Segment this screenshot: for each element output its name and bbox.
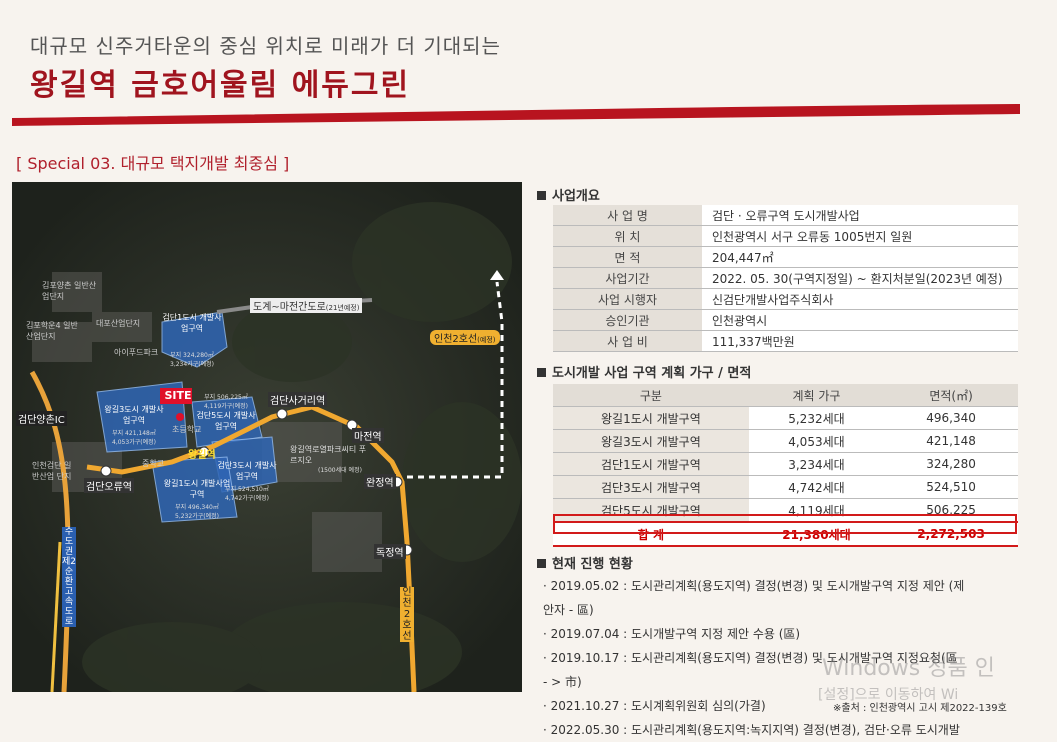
table-cell: 3,234세대 xyxy=(748,452,885,476)
overview-row: 사 업 비 111,337백만원 xyxy=(553,330,1018,352)
zone-label-geomdan1: 검단1도시 개발사업구역 부지 324,280㎡ 3,234가구(예정) xyxy=(162,313,222,368)
station-label-geomdan-sageori: 검단사거리역 xyxy=(268,392,328,407)
special-heading: [ Special 03. 대규모 택지개발 최중심 ] xyxy=(16,154,290,173)
column-header: 면적(㎡) xyxy=(884,384,1018,407)
table-cell: 324,280 xyxy=(884,452,1018,476)
column-header: 계획 가구 xyxy=(748,384,885,407)
overview-value: 인천광역시 xyxy=(701,309,1018,331)
line2-label: 인천2호선(예정) xyxy=(430,330,500,345)
overview-row: 사업기간 2022. 05. 30(구역지정일) ~ 환지처분일(2023년 예정… xyxy=(553,267,1018,289)
source-note: ※출처 : 인천광역시 고시 제2022-139호 xyxy=(833,703,1007,714)
place-label: 대포산업단지 xyxy=(96,319,141,328)
total-highlight-box xyxy=(553,514,1017,534)
place-label: 김포양촌 일반산업단지 xyxy=(42,281,97,301)
place-label: (1500세대 예정) xyxy=(318,467,362,474)
header-subtitle: 대규모 신주거타운의 중심 위치로 미래가 더 기대되는 xyxy=(30,34,501,58)
station-label-wanggil: 왕길역 xyxy=(188,450,216,461)
place-label: 왕길역로열파크씨티 푸르지오 xyxy=(290,445,367,465)
table-cell: 524,510 xyxy=(884,475,1018,499)
page-title: 왕길역 금호어울림 에듀그린 xyxy=(30,68,411,103)
place-label: 인천검단 일반산업 단지 xyxy=(32,461,72,481)
overview-row: 위 치 인천광역시 서구 오류동 1005번지 일원 xyxy=(553,225,1018,247)
overview-value: 204,447㎡ xyxy=(701,246,1018,268)
table-cell: 496,340 xyxy=(884,406,1018,430)
overview-row: 사 업 명 검단 · 오류구역 도시개발사업 xyxy=(553,205,1018,226)
highway-label: 수도권제2순환고속도로 xyxy=(62,527,77,627)
place-label: 중학교 xyxy=(142,459,165,468)
overview-row: 면 적 204,447㎡ xyxy=(553,246,1018,268)
overview-key: 사업 시행자 xyxy=(553,288,702,310)
table-row: 왕길1도시 개발구역 5,232세대 496,340 xyxy=(553,406,1018,430)
activation-watermark-line1: Windows 정품 인 xyxy=(822,656,995,681)
place-label: 아이푸드파크 xyxy=(114,348,159,357)
overview-key: 승인기관 xyxy=(553,309,702,331)
overview-value: 2022. 05. 30(구역지정일) ~ 환지처분일(2023년 예정) xyxy=(701,267,1018,289)
overview-value: 검단 · 오류구역 도시개발사업 xyxy=(701,205,1018,226)
overview-key: 사 업 명 xyxy=(553,205,702,226)
station-label-wanjeong: 완정역 xyxy=(364,474,396,489)
site-map: SITE 검단양촌IC 검단오류역 왕길역 검단사거리역 마전역 완정역 독정역… xyxy=(12,182,522,692)
header-swoosh xyxy=(12,104,1020,126)
road-label: 도계~마전간도로(21년예정) xyxy=(250,298,363,313)
table-cell: 검단3도시 개발구역 xyxy=(553,475,749,499)
table-cell: 검단1도시 개발구역 xyxy=(553,452,749,476)
progress-item: · 2019.05.02 : 도시관리계획(용도지역) 결정(변경) 및 도시개… xyxy=(543,579,965,593)
table-row: 왕길3도시 개발구역 4,053세대 421,148 xyxy=(553,429,1018,453)
plan-heading: 도시개발 사업 구역 계획 가구 / 면적 xyxy=(537,362,751,381)
column-header: 구분 xyxy=(553,384,749,407)
line2-vertical-label: 인천2호선 xyxy=(400,587,414,642)
overview-key: 사 업 비 xyxy=(553,330,702,352)
table-cell: 왕길1도시 개발구역 xyxy=(553,406,749,430)
table-cell: 왕길3도시 개발구역 xyxy=(553,429,749,453)
table-cell: 4,742세대 xyxy=(748,475,885,499)
zone-label-wanggil1: 왕길1도시 개발사업구역 부지 496,340㎡ 5,232가구(예정) xyxy=(163,479,231,520)
overview-heading: 사업개요 xyxy=(537,185,600,204)
progress-item: 안자 - 區) xyxy=(543,603,594,617)
progress-item: · 2022.05.30 : 도시관리계획(용도지역:녹지지역) 결정(변경),… xyxy=(543,723,960,737)
table-row: 검단1도시 개발구역 3,234세대 324,280 xyxy=(553,452,1018,476)
interchange-label: 검단양촌IC xyxy=(16,411,67,426)
overview-key: 면 적 xyxy=(553,246,702,268)
station-label-dokjeong: 독정역 xyxy=(374,544,406,559)
progress-item: · 2019.07.04 : 도시개발구역 지정 제안 수용 (區) xyxy=(543,627,801,641)
table-cell: 4,053세대 xyxy=(748,429,885,453)
overview-key: 사업기간 xyxy=(553,267,702,289)
overview-row: 승인기관 인천광역시 xyxy=(553,309,1018,331)
overview-value: 인천광역시 서구 오류동 1005번지 일원 xyxy=(701,225,1018,247)
station-label-geomdan-oryu: 검단오류역 xyxy=(84,478,134,493)
table-cell: 5,232세대 xyxy=(748,406,885,430)
overview-value: 신검단개발사업주식회사 xyxy=(701,288,1018,310)
progress-heading: 현재 진행 현황 xyxy=(537,553,633,572)
station-label-majeon: 마전역 xyxy=(352,428,384,443)
table-cell: 421,148 xyxy=(884,429,1018,453)
overview-row: 사업 시행자 신검단개발사업주식회사 xyxy=(553,288,1018,310)
overview-table: 사 업 명 검단 · 오류구역 도시개발사업 위 치 인천광역시 서구 오류동 100… xyxy=(553,205,1018,352)
table-row: 검단3도시 개발구역 4,742세대 524,510 xyxy=(553,475,1018,499)
place-label: 김포학운4 일반산업단지 xyxy=(26,321,78,341)
map-canvas xyxy=(12,182,522,692)
zone-label-geomdan5: 부지 506,225㎡ 4,119가구(예정) 검단5도시 개발사업구역 xyxy=(196,394,256,431)
zone-label-wanggil3: 왕길3도시 개발사업구역 부지 421,148㎡ 4,053가구(예정) xyxy=(104,405,164,446)
site-label: SITE xyxy=(164,389,192,402)
overview-key: 위 치 xyxy=(553,225,702,247)
overview-value: 111,337백만원 xyxy=(701,330,1018,352)
